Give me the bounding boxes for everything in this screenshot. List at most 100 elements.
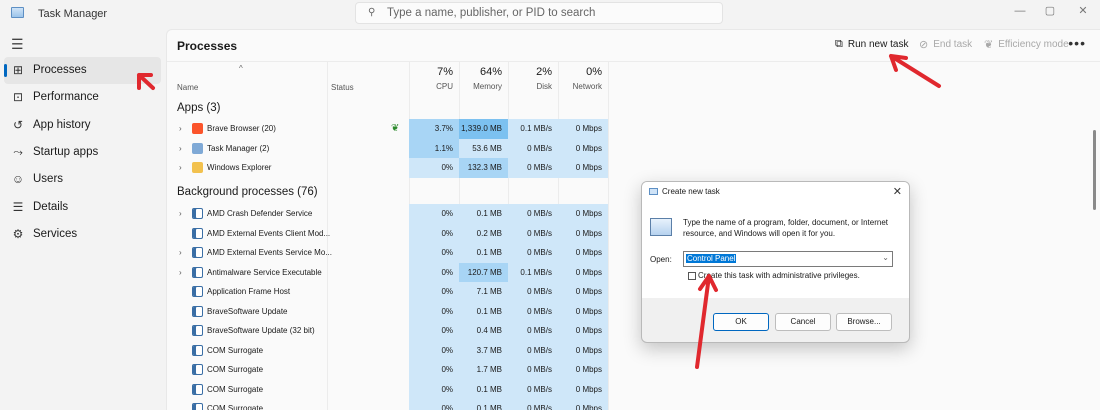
network-cell: 0 Mbps [558,399,608,410]
table-row[interactable]: › Windows Explorer 0% 132.3 MB 0 MB/s 0 Mbps [167,158,608,178]
column-header-network[interactable]: 0% Network [558,61,608,94]
chevron-right-icon[interactable]: › [179,144,182,153]
table-row[interactable]: › Task Manager (2) 1.1% 53.6 MB 0 MB/s 0 Mbps [167,138,608,158]
table-row[interactable]: BraveSoftware Update (32 bit) 0% 0.4 MB 0 M… [167,321,608,341]
group-header-background: Background processes (76) [177,186,318,198]
sort-ascending-icon[interactable]: ^ [239,64,243,73]
disk-cell: 0 MB/s [508,321,558,341]
search-input[interactable]: ⚲ Type a name, publisher, or PID to sear… [355,2,723,24]
run-new-task-button[interactable]: ⧉ Run new task [835,38,908,51]
memory-cell: 0.4 MB [459,321,508,341]
vertical-scrollbar[interactable] [1093,130,1096,210]
close-button[interactable]: ✕ [1073,3,1093,19]
process-name: AMD External Events Client Mod... [207,228,331,238]
disk-cell: 0 MB/s [508,340,558,360]
ok-button[interactable]: OK [713,313,769,331]
network-cell: 0 Mbps [558,262,608,282]
sidebar-item-performance[interactable]: ⊡ Performance [4,84,161,111]
cpu-cell: 0% [409,301,459,321]
chevron-down-icon[interactable]: ⌄ [882,253,889,262]
chevron-right-icon[interactable]: › [179,248,182,257]
memory-cell: 7.1 MB [459,282,508,302]
disk-cell: 0 MB/s [508,158,558,178]
admin-privileges-checkbox[interactable] [688,272,696,280]
sidebar-item-details[interactable]: ☰ Details [4,194,161,221]
memory-cell: 0.1 MB [459,243,508,263]
table-row[interactable]: › Antimalware Service Executable 0% 120.7 M… [167,262,608,282]
column-header-name[interactable]: Name [177,83,198,92]
network-cell: 0 Mbps [558,321,608,341]
more-options-button[interactable]: ••• [1068,35,1086,51]
open-input-value[interactable]: Control Panel [686,254,737,263]
column-header-cpu[interactable]: 7% CPU [409,61,459,94]
sidebar-item-services[interactable]: ⚙ Services [4,221,161,248]
table-row[interactable]: BraveSoftware Update 0% 0.1 MB 0 MB/s 0 Mbps [167,301,608,321]
disk-cell: 0.1 MB/s [508,119,558,139]
task-manager-icon [192,142,203,154]
efficiency-mode-button[interactable]: ❦ Efficiency mode [984,38,1069,51]
table-row[interactable]: Application Frame Host 0% 7.1 MB 0 MB/s 0 Mb… [167,282,608,302]
process-name: Brave Browser (20) [207,124,276,133]
process-name: AMD External Events Service Mo... [207,248,332,257]
table-row[interactable]: COM Surrogate 0% 0.1 MB 0 MB/s 0 Mbps [167,379,608,399]
hamburger-menu-icon[interactable]: ☰ [11,36,24,53]
memory-cell: 0.1 MB [459,379,508,399]
open-combobox[interactable]: Control Panel ⌄ [683,251,893,267]
network-cell: 0 Mbps [558,243,608,263]
column-header-memory[interactable]: 64% Memory [459,61,508,94]
chevron-right-icon[interactable]: › [179,163,182,172]
network-cell: 0 Mbps [558,360,608,380]
cpu-cell: 0% [409,379,459,399]
table-row[interactable]: COM Surrogate 0% 3.7 MB 0 MB/s 0 Mbps [167,340,608,360]
service-icon [192,227,203,239]
table-row[interactable]: AMD External Events Client Mod... 0% 0.2 M… [167,223,608,243]
admin-privileges-label[interactable]: Create this task with administrative pri… [698,271,860,280]
service-icon [192,286,203,297]
network-cell: 0 Mbps [558,138,608,158]
memory-total: 64% [479,66,502,78]
maximize-button[interactable]: ▢ [1040,3,1060,19]
cpu-cell: 0% [409,340,459,360]
cpu-cell: 0% [409,262,459,282]
sidebar-item-app-history[interactable]: ↺ App history [4,112,161,139]
sidebar-item-users[interactable]: ☺ Users [4,166,161,193]
chevron-right-icon[interactable]: › [179,124,182,133]
dialog-close-button[interactable]: ✕ [893,185,902,198]
column-header-status[interactable]: Status [331,83,354,92]
cancel-button[interactable]: Cancel [775,313,831,331]
minimize-button[interactable]: — [1010,3,1030,19]
disk-label: Disk [536,82,552,91]
browse-button[interactable]: Browse... [836,313,892,331]
service-icon [192,344,203,356]
cpu-cell: 3.7% [409,119,459,139]
cpu-cell: 0% [409,158,459,178]
table-row[interactable]: › AMD Crash Defender Service 0% 0.1 MB 0 MB/… [167,204,608,224]
sidebar-item-startup-apps[interactable]: ⤳ Startup apps [4,139,161,166]
chevron-right-icon[interactable]: › [179,209,182,218]
table-row[interactable]: › AMD External Events Service Mo... 0% 0.1 … [167,243,608,263]
network-cell: 0 Mbps [558,301,608,321]
table-row[interactable]: › Brave Browser (20) ❦ 3.7% 1,339.0 MB 0.1 MB… [167,119,608,139]
service-icon [192,403,203,410]
cpu-label: CPU [436,82,453,91]
cpu-cell: 0% [409,282,459,302]
table-row[interactable]: COM Surrogate 0% 1.7 MB 0 MB/s 0 Mbps [167,360,608,380]
chevron-right-icon[interactable]: › [179,268,182,277]
sidebar-item-label: Processes [33,64,87,76]
details-icon: ☰ [12,200,24,214]
disk-cell: 0.1 MB/s [508,262,558,282]
table-row[interactable]: COM Surrogate 0% 0.1 MB 0 MB/s 0 Mbps [167,399,608,410]
network-total: 0% [586,66,602,78]
title-bar: Task Manager ⚲ Type a name, publisher, o… [0,0,1100,26]
network-cell: 0 Mbps [558,379,608,399]
folder-icon [192,162,203,173]
memory-cell: 0.1 MB [459,399,508,410]
sidebar-item-label: Details [33,201,69,213]
network-cell: 0 Mbps [558,340,608,360]
service-icon [192,364,203,375]
process-name: AMD Crash Defender Service [207,209,313,218]
service-icon [192,247,203,258]
end-task-button[interactable]: ⊘ End task [919,38,972,51]
sidebar-item-processes[interactable]: ⊞ Processes [4,57,161,84]
column-header-disk[interactable]: 2% Disk [508,61,558,94]
